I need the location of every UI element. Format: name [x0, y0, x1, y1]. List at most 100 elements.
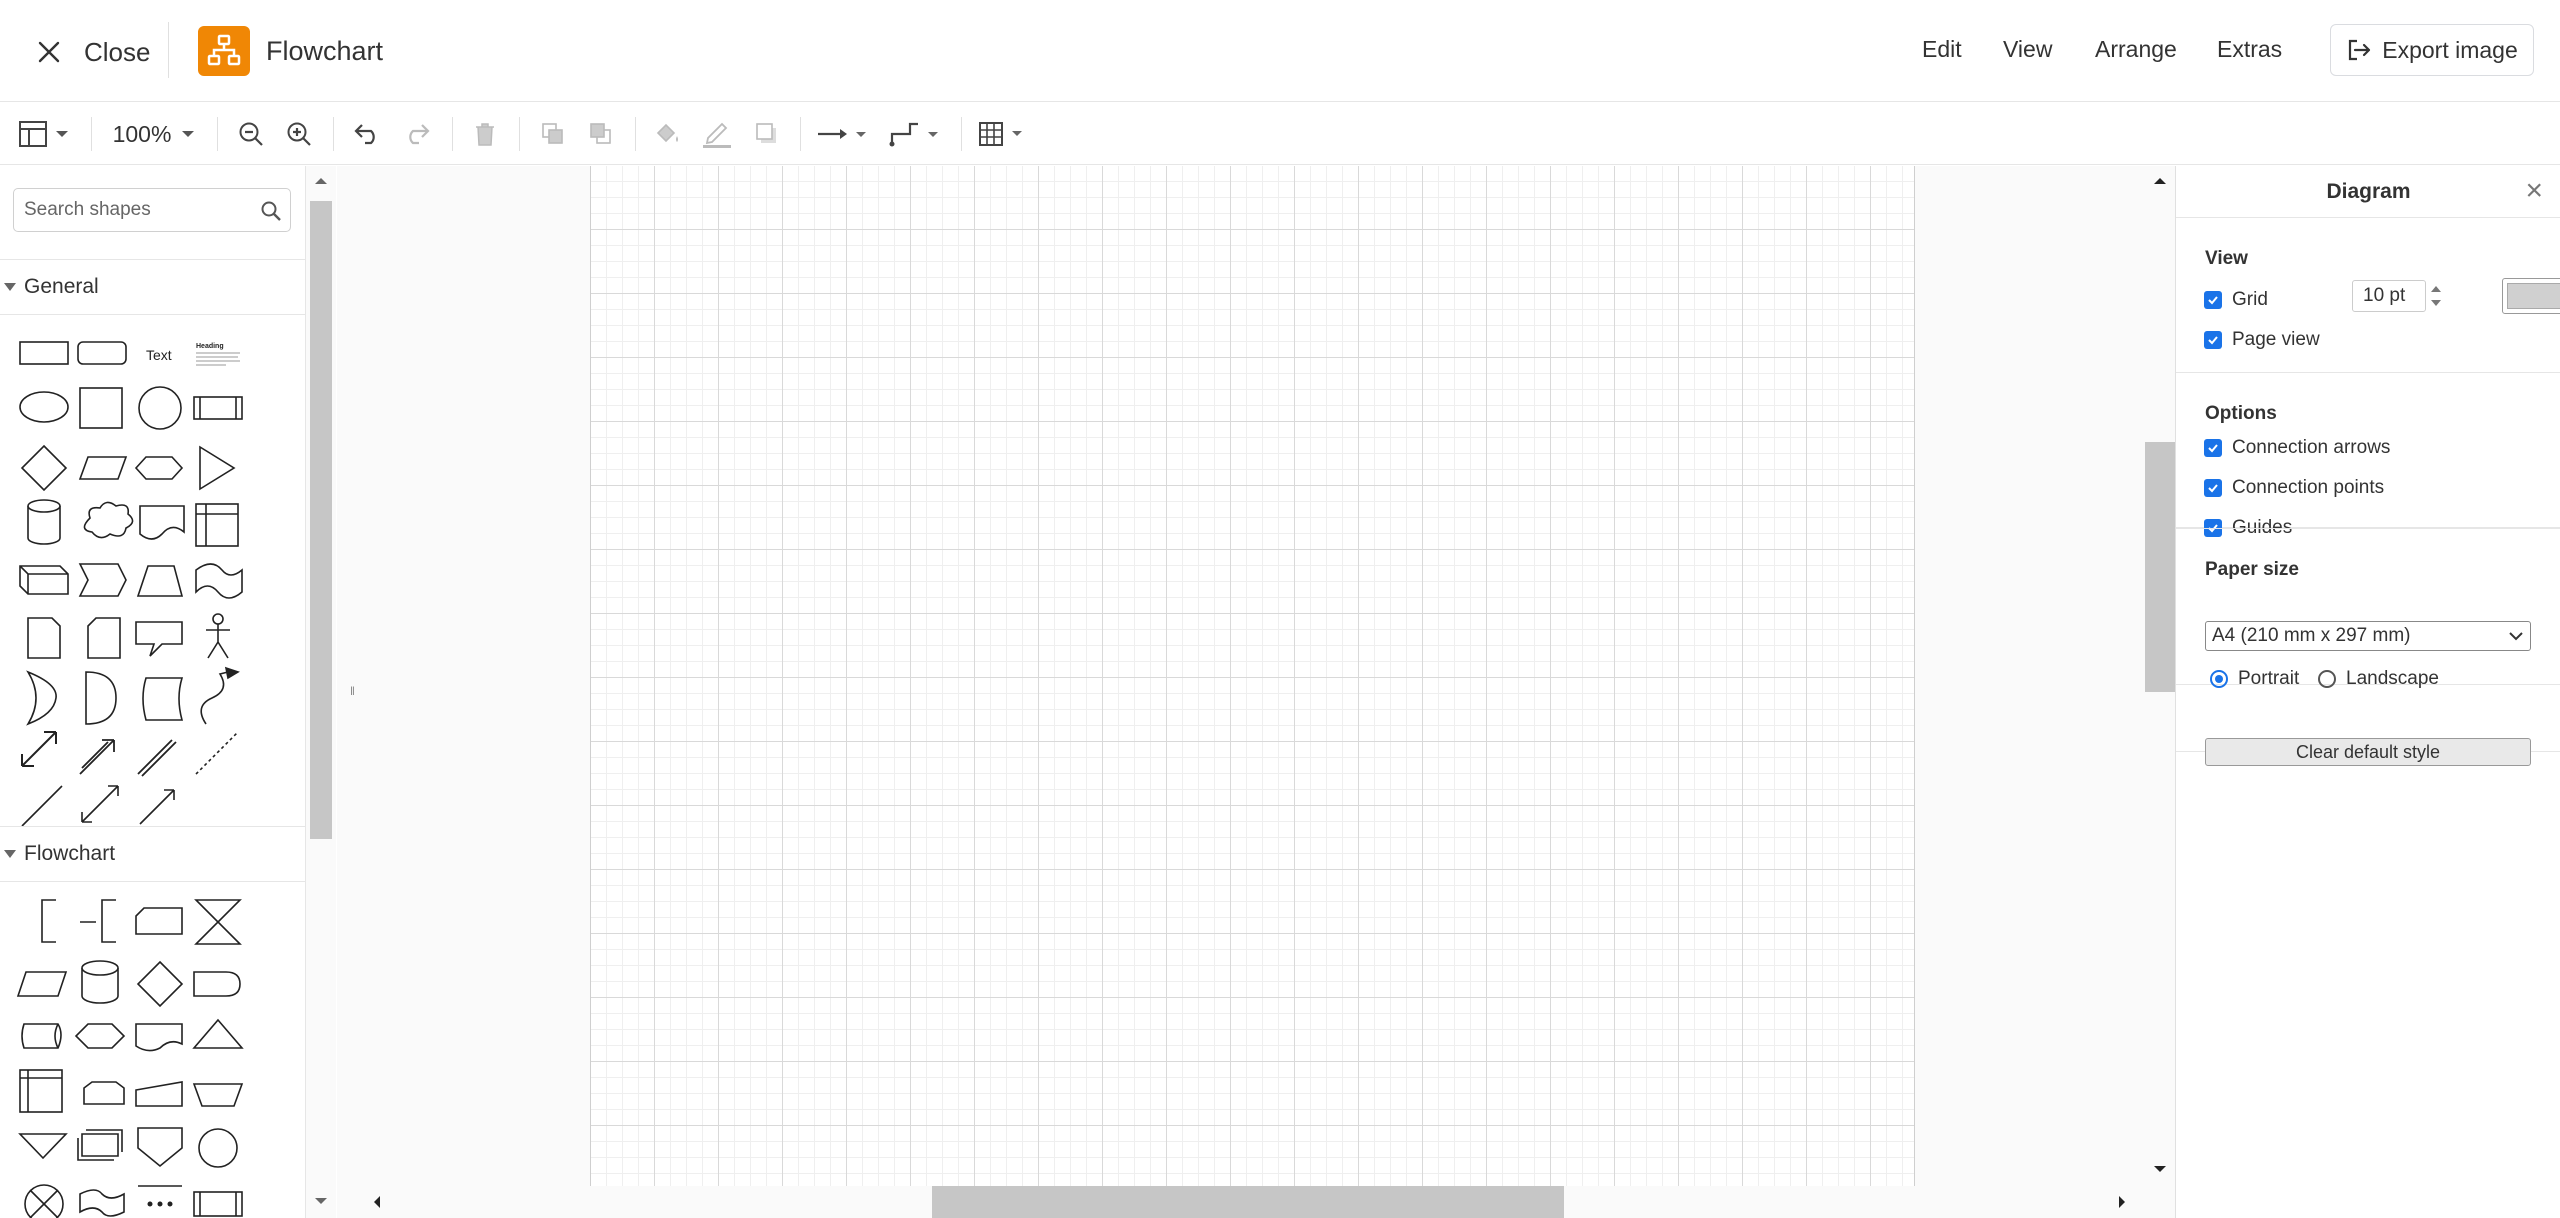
data-storage-shape[interactable] [142, 677, 184, 721]
manual-operation-shape[interactable] [192, 1083, 244, 1107]
grid-size-input[interactable]: 10 pt [2352, 280, 2426, 312]
directional-connector-shape[interactable] [139, 789, 175, 825]
link-shape[interactable] [137, 739, 177, 777]
sidebar-splitter-handle[interactable]: ‖ [350, 684, 355, 698]
zoom-dropdown[interactable]: 100% [108, 116, 200, 152]
diamond-shape[interactable] [20, 444, 68, 492]
decision-shape[interactable] [136, 960, 184, 1008]
close-button[interactable]: Close [34, 33, 150, 71]
multi-document-shape[interactable] [77, 1129, 123, 1161]
panels-toggle-button[interactable] [16, 116, 72, 152]
sidebar-scrollbar[interactable] [306, 166, 336, 1218]
manual-card-shape[interactable] [135, 907, 183, 935]
insert-table-button[interactable] [978, 116, 1034, 152]
direct-data-shape[interactable] [21, 1023, 62, 1049]
paper-tape-shape[interactable] [79, 1189, 125, 1217]
diagram-canvas[interactable] [337, 166, 2145, 1218]
menu-extras[interactable]: Extras [2217, 36, 2282, 63]
trapezoid-shape[interactable] [136, 565, 184, 597]
page-grid[interactable] [590, 166, 1915, 1186]
line-shape[interactable] [21, 785, 63, 827]
canvas-vertical-scrollbar[interactable] [2145, 166, 2175, 1186]
loop-limit-shape[interactable] [83, 1081, 125, 1105]
text-shape[interactable]: Text [146, 347, 172, 363]
and-shape[interactable] [85, 671, 117, 725]
data-shape[interactable] [16, 971, 68, 997]
document-flow-shape[interactable] [135, 1023, 183, 1052]
menu-view[interactable]: View [2003, 36, 2052, 63]
to-back-button[interactable] [586, 116, 616, 152]
annotation-2-shape[interactable] [80, 899, 116, 943]
square-shape[interactable] [79, 387, 123, 429]
zoom-out-button[interactable] [236, 116, 266, 152]
section-flowchart-header[interactable]: Flowchart [0, 826, 305, 882]
curve-shape[interactable] [200, 671, 229, 725]
collate-shape[interactable] [194, 899, 242, 945]
to-front-button[interactable] [538, 116, 568, 152]
flowchart-shapes-palette[interactable] [16, 886, 256, 1218]
section-general-header[interactable]: General [0, 259, 305, 315]
display-shape[interactable] [74, 1023, 126, 1049]
rectangle-shape[interactable] [19, 341, 69, 365]
delay-shape[interactable] [193, 971, 241, 997]
internal-storage-flow-shape[interactable] [19, 1069, 63, 1113]
horizontal-scroll-thumb[interactable] [932, 1186, 1564, 1218]
scroll-down-arrow-icon[interactable] [314, 1196, 328, 1206]
note-shape[interactable] [27, 617, 61, 659]
export-image-button[interactable]: Export image [2330, 24, 2534, 76]
redo-button[interactable] [400, 116, 432, 152]
grid-checkbox[interactable]: Grid [2204, 289, 2268, 311]
scroll-up-arrow-icon[interactable] [314, 176, 328, 186]
undo-button[interactable] [352, 116, 384, 152]
arrow-shape[interactable] [79, 739, 115, 775]
predefined-process-shape[interactable] [193, 1191, 243, 1217]
callout-shape[interactable] [135, 621, 183, 657]
cube-shape[interactable] [19, 565, 69, 595]
menu-edit[interactable]: Edit [1922, 36, 1962, 63]
vertical-scroll-thumb[interactable] [2145, 442, 2175, 692]
search-input[interactable] [24, 197, 244, 223]
close-icon[interactable]: × [2525, 176, 2543, 206]
menu-arrange[interactable]: Arrange [2095, 36, 2177, 63]
rounded-rectangle-shape[interactable] [77, 341, 127, 365]
or-shape[interactable] [26, 670, 57, 726]
tape-shape[interactable] [195, 563, 243, 599]
waypoints-button[interactable] [888, 116, 944, 152]
document-shape[interactable] [139, 505, 185, 540]
parallelogram-shape[interactable] [78, 456, 128, 480]
canvas-horizontal-scrollbar[interactable] [362, 1186, 2175, 1218]
line-color-button[interactable] [700, 116, 734, 152]
manual-input-shape[interactable] [135, 1081, 183, 1107]
grid-color-swatch[interactable] [2502, 278, 2560, 314]
on-page-reference-shape[interactable] [198, 1128, 238, 1168]
scroll-left-arrow-icon[interactable] [372, 1195, 382, 1209]
paper-size-select[interactable]: A4 (210 mm x 297 mm) [2205, 621, 2531, 651]
card-shape[interactable] [87, 617, 121, 659]
scroll-up-arrow-icon[interactable] [2153, 176, 2167, 186]
process-shape[interactable] [193, 396, 243, 420]
hexagon-shape[interactable] [134, 456, 184, 480]
clear-default-style-button[interactable]: Clear default style [2205, 738, 2531, 766]
scroll-right-arrow-icon[interactable] [2117, 1195, 2127, 1209]
bidirectional-connector-shape[interactable] [81, 785, 119, 823]
delete-button[interactable] [470, 116, 500, 152]
connection-style-button[interactable] [816, 116, 872, 152]
connection-arrows-checkbox[interactable]: Connection arrows [2204, 437, 2390, 459]
step-shape[interactable] [78, 563, 127, 597]
ellipse-shape[interactable] [19, 391, 69, 423]
internal-storage-shape[interactable] [195, 503, 239, 547]
merge-shape[interactable] [18, 1133, 68, 1160]
sidebar-scroll-thumb[interactable] [310, 201, 332, 839]
fill-color-button[interactable] [652, 116, 684, 152]
triangle-shape[interactable] [199, 445, 236, 491]
extract-shape[interactable] [192, 1018, 244, 1049]
heading-shape[interactable]: Heading [196, 343, 224, 350]
search-icon[interactable] [260, 200, 282, 222]
shadow-button[interactable] [752, 116, 782, 152]
zoom-in-button[interactable] [284, 116, 314, 152]
scroll-down-arrow-icon[interactable] [2153, 1164, 2167, 1174]
connection-points-checkbox[interactable]: Connection points [2204, 477, 2384, 499]
cloud-shape[interactable] [83, 501, 134, 539]
page-view-checkbox[interactable]: Page view [2204, 329, 2320, 351]
off-page-reference-shape[interactable] [137, 1127, 183, 1168]
